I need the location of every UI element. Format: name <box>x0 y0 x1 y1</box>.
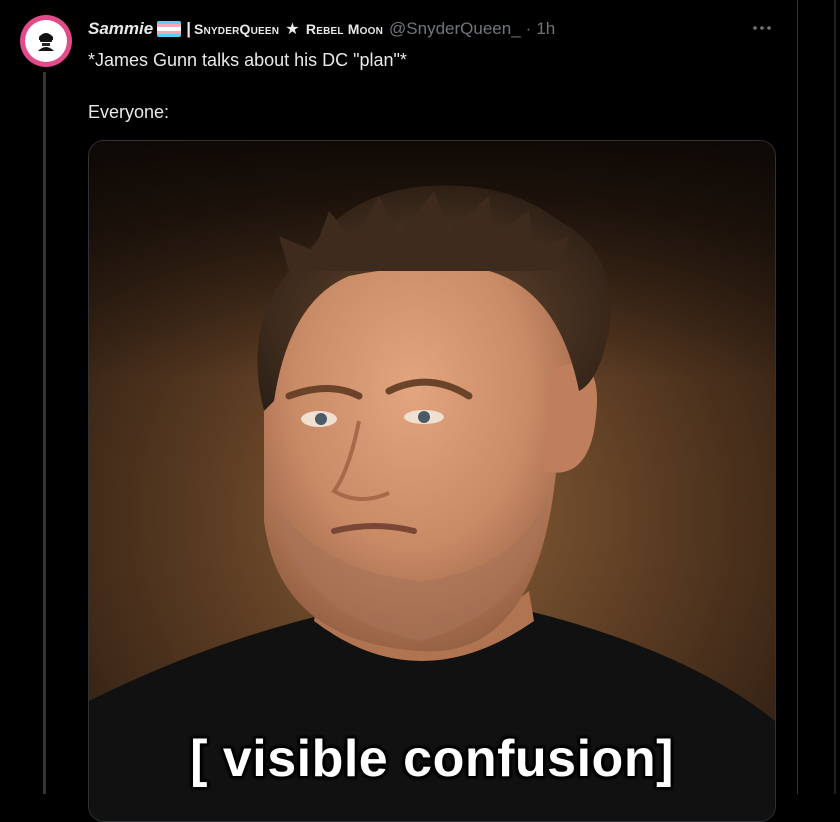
star-glyph: ★ <box>285 21 300 38</box>
timeline-column: Sammie | SnyderQueen ★ Rebel Moon @Snyde… <box>0 0 798 822</box>
display-name[interactable]: Sammie <box>88 19 153 39</box>
name-suffix-part2: Rebel Moon <box>305 21 384 37</box>
tweet-media-image[interactable]: [ visible confusion] <box>88 140 776 822</box>
display-name-suffix[interactable]: SnyderQueen ★ Rebel Moon <box>194 19 383 39</box>
meme-caption: [ visible confusion] <box>190 730 674 788</box>
more-options-icon[interactable] <box>748 16 776 40</box>
transgender-flag-icon <box>157 21 182 37</box>
tweet-timestamp[interactable]: 1h <box>536 19 555 39</box>
name-suffix-part1: SnyderQueen <box>193 21 280 37</box>
right-sidebar-border <box>834 0 836 794</box>
tweet-text-line2: Everyone: <box>88 102 170 122</box>
tweet-text-line1: *James Gunn talks about his DC "plan"* <box>88 50 407 70</box>
profile-avatar-icon[interactable] <box>20 15 72 67</box>
man-portrait-image <box>89 141 775 821</box>
right-sidebar-edge <box>798 0 840 794</box>
avatar-figure-icon <box>34 28 58 52</box>
user-handle[interactable]: @SnyderQueen_ <box>389 19 521 39</box>
thread-connector-line <box>43 72 46 794</box>
tweet-header: Sammie | SnyderQueen ★ Rebel Moon @Snyde… <box>88 17 555 41</box>
name-separator: | <box>186 19 191 38</box>
dot-separator: · <box>525 19 532 38</box>
tweet-text: *James Gunn talks about his DC "plan"* E… <box>88 47 407 125</box>
